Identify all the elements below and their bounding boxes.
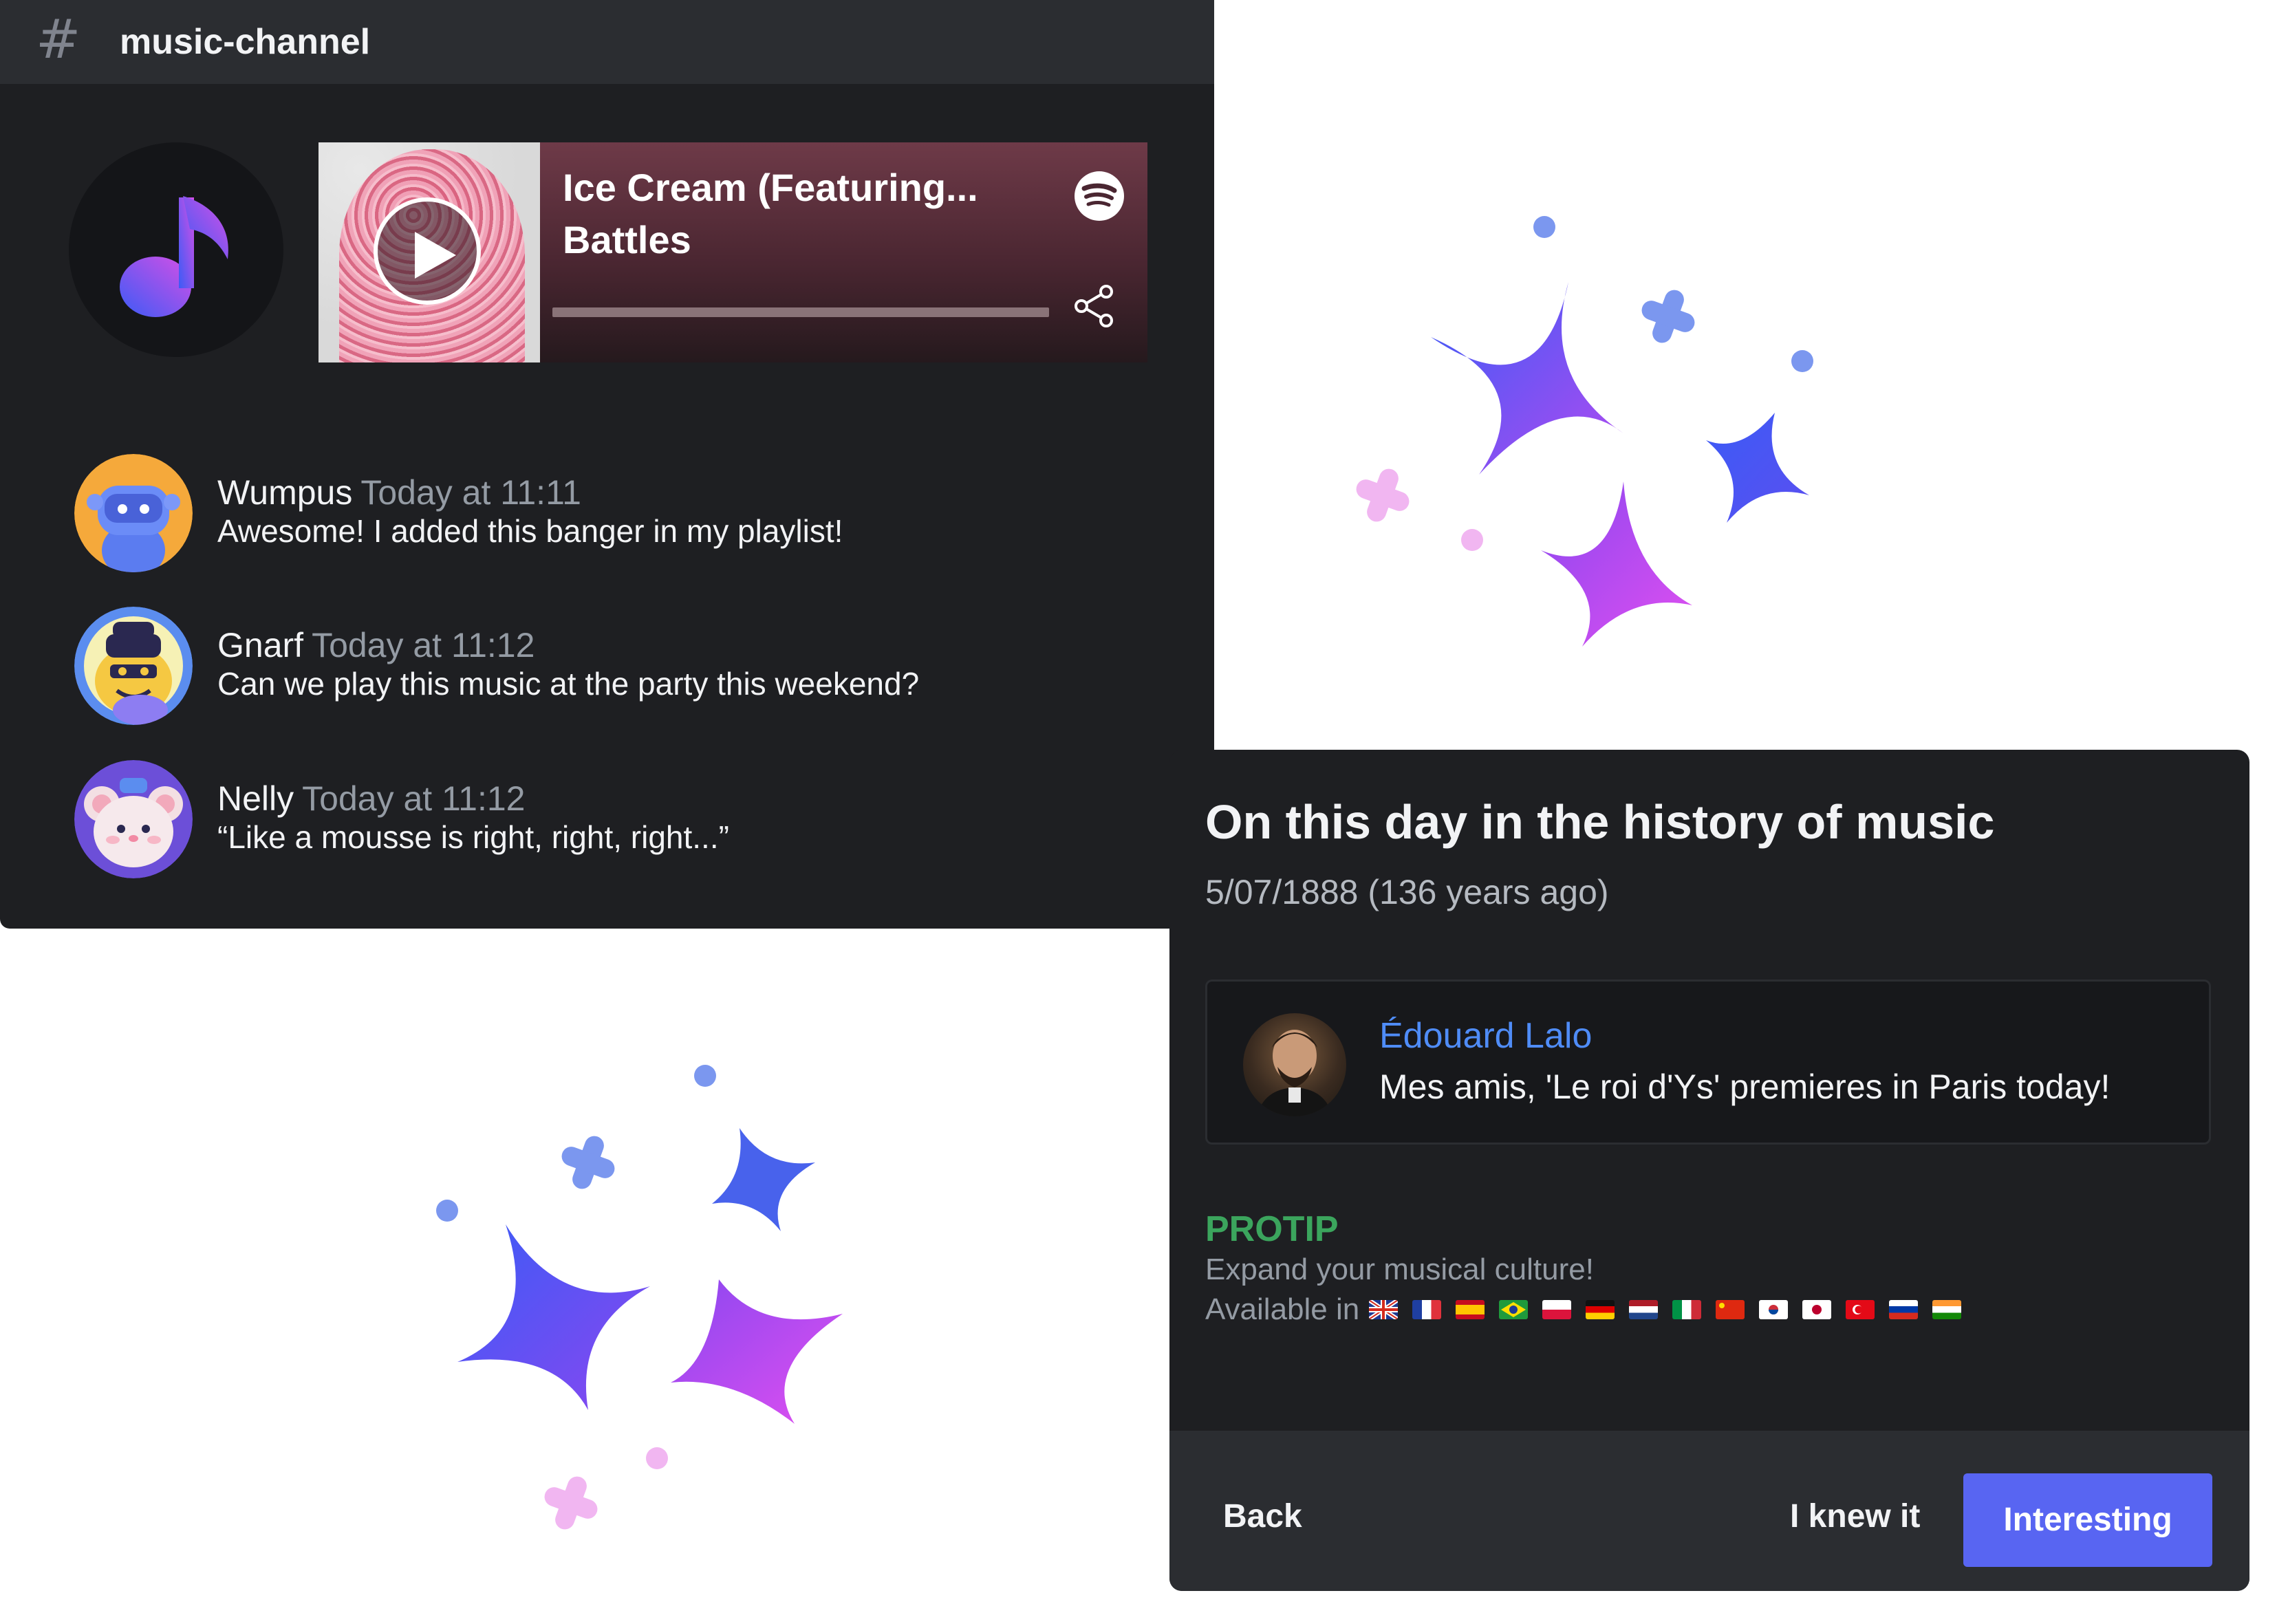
album-cover (319, 142, 540, 362)
plus-sparkle (544, 1476, 598, 1530)
flag-de-icon (1586, 1300, 1615, 1319)
flag-jp-icon (1802, 1300, 1832, 1319)
quote-box: Édouard Lalo Mes amis, 'Le roi d'Ys' pre… (1205, 979, 2211, 1145)
spotify-player-embed: Ice Cream (Featuring... Battles (319, 142, 1147, 362)
message-text: Can we play this music at the party this… (217, 666, 920, 702)
avatar[interactable] (74, 607, 193, 725)
protip-text: Expand your musical culture! (1205, 1253, 1594, 1286)
quote-text: Mes amis, 'Le roi d'Ys' premieres in Par… (1379, 1068, 2111, 1106)
flag-fr-icon (1412, 1300, 1442, 1319)
message-timestamp: Today at 11:11 (360, 473, 581, 512)
music-app-avatar (69, 142, 283, 357)
composer-name[interactable]: Édouard Lalo (1379, 1013, 1592, 1059)
flag-ru-icon (1889, 1300, 1919, 1319)
flag-gb-icon (1369, 1300, 1399, 1319)
music-channel-panel: # music-channel Ice Cream (Featuring... … (0, 0, 1214, 929)
flag-es-icon (1456, 1300, 1485, 1319)
card-footer: Back I knew it Interesting (1169, 1431, 2249, 1591)
message-timestamp: Today at 11:12 (302, 779, 526, 818)
plus-sparkle (561, 1136, 615, 1189)
chat-message: Wumpus Today at 11:11 Awesome! I added th… (74, 454, 1106, 574)
share-icon[interactable] (1072, 283, 1117, 329)
flag-kr-icon (1759, 1300, 1789, 1319)
play-icon (415, 232, 456, 279)
sparkle-large (1431, 282, 1623, 475)
sparkle-large (457, 1224, 650, 1410)
spotify-icon[interactable] (1073, 170, 1125, 222)
message-text: Awesome! I added this banger in my playl… (217, 513, 843, 549)
flag-in-icon (1932, 1300, 1962, 1319)
chat-message: Nelly Today at 11:12 “Like a mousse is ri… (74, 760, 1106, 880)
card-title: On this day in the history of music (1205, 795, 1995, 849)
message-timestamp: Today at 11:12 (312, 626, 535, 664)
hash-icon: # (36, 9, 81, 71)
plus-sparkle (1641, 290, 1695, 343)
track-title[interactable]: Ice Cream (Featuring... (563, 163, 978, 213)
channel-header: # music-channel (0, 0, 1214, 84)
track-artist[interactable]: Battles (563, 215, 691, 265)
back-button[interactable]: Back (1223, 1496, 1302, 1537)
avatar[interactable] (74, 454, 193, 572)
available-in-label: Available in (1205, 1292, 1360, 1326)
sparkle-small (712, 1128, 815, 1231)
flag-cn-icon (1716, 1300, 1745, 1319)
message-author[interactable]: Wumpus (217, 473, 352, 512)
sparkle-small (1706, 413, 1809, 523)
sparkles-decoration (1356, 216, 1813, 647)
playback-progress-bar[interactable] (552, 307, 1049, 317)
chat-message: Gnarf Today at 11:12 Can we play this mus… (74, 607, 1106, 727)
flag-br-icon (1499, 1300, 1529, 1319)
i-knew-it-button[interactable]: I knew it (1790, 1496, 1920, 1537)
flag-it-icon (1672, 1300, 1702, 1319)
wumpus-avatar (74, 454, 193, 572)
avatar[interactable] (74, 760, 193, 878)
channel-name: music-channel (120, 22, 371, 62)
message-text: “Like a mousse is right, right, right...… (217, 819, 729, 855)
sparkles-decoration (436, 1065, 843, 1530)
flag-pl-icon (1542, 1300, 1572, 1319)
protip-label: PROTIP (1205, 1209, 1339, 1249)
history-of-music-card: On this day in the history of music 5/07… (1169, 750, 2249, 1591)
message-author[interactable]: Nelly (217, 779, 294, 818)
gnarf-avatar (74, 607, 193, 725)
nelly-avatar (74, 760, 193, 878)
composer-portrait (1243, 1013, 1346, 1116)
message-author[interactable]: Gnarf (217, 626, 303, 664)
card-date: 5/07/1888 (136 years ago) (1205, 873, 1609, 911)
sparkle-medium (671, 1279, 843, 1424)
music-note-icon (120, 196, 228, 317)
play-button[interactable] (374, 197, 481, 305)
sparkle-medium (1541, 481, 1692, 647)
flag-nl-icon (1629, 1300, 1659, 1319)
available-languages: Available in (1205, 1290, 1976, 1329)
flag-tr-icon (1846, 1300, 1875, 1319)
interesting-button[interactable]: Interesting (1963, 1473, 2212, 1567)
plus-sparkle (1356, 468, 1410, 522)
